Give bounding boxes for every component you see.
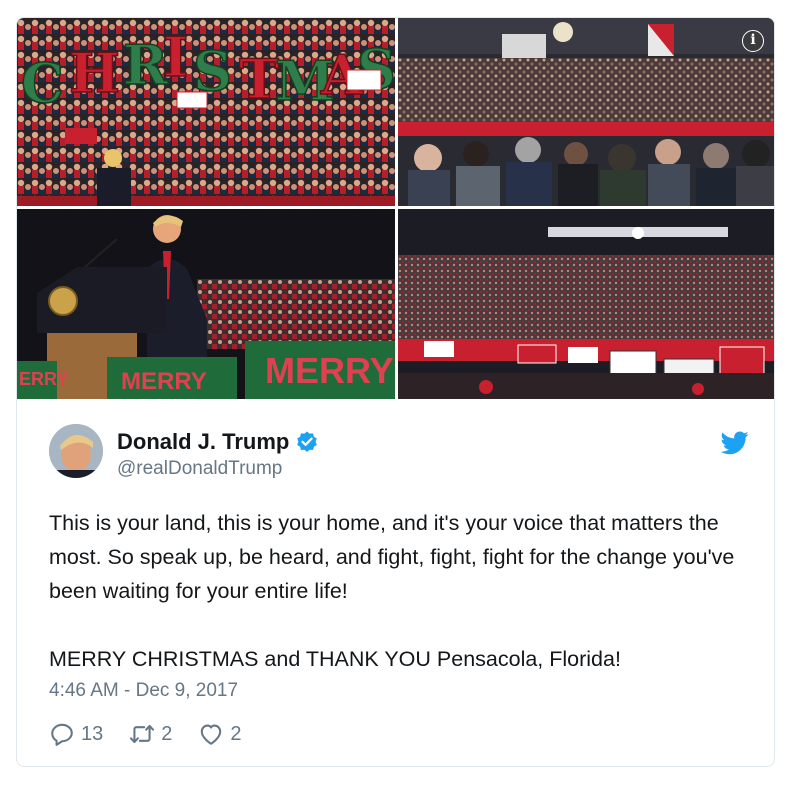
retweet-count: 2 — [161, 722, 173, 745]
tweet-paragraph: MERRY CHRISTMAS and THANK YOU Pensacola,… — [49, 647, 621, 671]
merry-banner-small: MERRY — [121, 368, 207, 395]
user-handle[interactable]: @realDonaldTrump — [117, 458, 319, 480]
arena-wide-image — [398, 209, 774, 399]
svg-text:ERRY: ERRY — [19, 369, 68, 389]
reply-icon — [51, 723, 73, 746]
tweet-timestamp[interactable]: 4:46 AM - Dec 9, 2017 — [49, 680, 238, 702]
like-count: 2 — [230, 722, 242, 745]
tweet-actions: 13 2 2 — [49, 721, 268, 747]
svg-text:S: S — [357, 37, 395, 101]
arena-crowd-image — [398, 18, 774, 206]
like-button[interactable]: 2 — [198, 721, 242, 747]
tweet-text: This is your land, this is your home, an… — [49, 506, 749, 676]
svg-text:C: C — [21, 51, 64, 115]
verified-badge-icon — [297, 431, 318, 452]
svg-text:I: I — [163, 25, 188, 89]
rally-christmas-sign-photo[interactable]: C H R I S T M A S — [17, 18, 395, 206]
reply-count: 13 — [81, 722, 104, 745]
reply-button[interactable]: 13 — [49, 721, 103, 747]
christmas-crowd-image: C H R I S T M A S — [17, 18, 395, 206]
tweet-paragraph: This is your land, this is your home, an… — [49, 511, 735, 603]
display-name[interactable]: Donald J. Trump — [117, 429, 289, 455]
heart-icon — [201, 724, 222, 745]
tweet-author-header: Donald J. Trump @realDonaldTrump — [49, 421, 749, 481]
retweet-icon — [130, 724, 155, 744]
author-name-block[interactable]: Donald J. Trump @realDonaldTrump — [117, 429, 319, 480]
avatar[interactable] — [49, 424, 103, 478]
rally-arena-crowd-photo[interactable]: i — [398, 18, 774, 206]
podium-image: MERRY MERRY ERRY — [17, 209, 395, 399]
info-icon[interactable]: i — [742, 30, 764, 52]
tweet-media-grid[interactable]: C H R I S T M A S i MERRY MERRY ERRY — [17, 18, 774, 400]
avatar-image — [49, 424, 103, 478]
embedded-tweet-card[interactable]: C H R I S T M A S i MERRY MERRY ERRY Don… — [16, 17, 775, 767]
svg-text:H: H — [69, 41, 120, 105]
twitter-bird-icon[interactable] — [721, 431, 749, 455]
arena-wide-crowd-photo[interactable] — [398, 209, 774, 399]
merry-banner-large: MERRY — [265, 350, 394, 391]
speaker-at-podium-photo[interactable]: MERRY MERRY ERRY — [17, 209, 395, 399]
retweet-button[interactable]: 2 — [129, 721, 172, 747]
svg-text:T: T — [239, 47, 279, 111]
